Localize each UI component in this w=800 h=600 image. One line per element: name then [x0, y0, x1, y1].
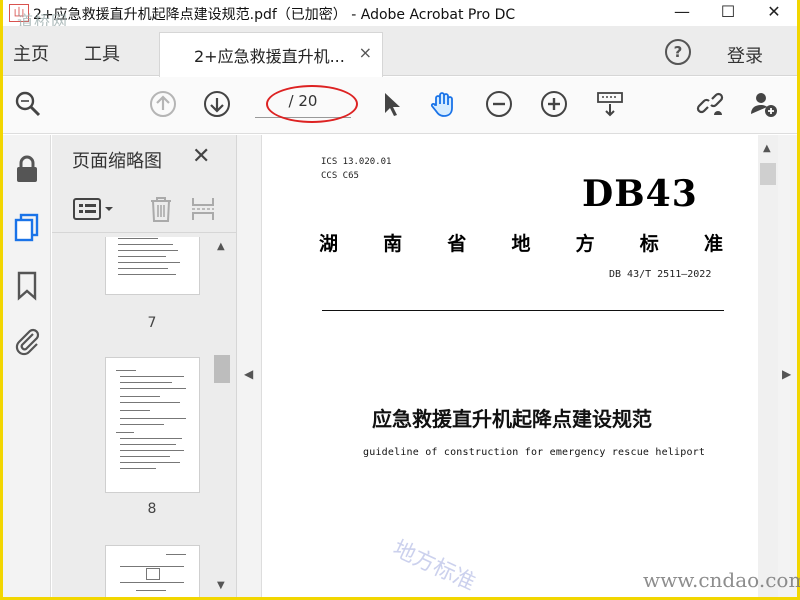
page-down-icon[interactable]: [202, 89, 232, 119]
panel-close-icon[interactable]: ✕: [192, 144, 210, 169]
add-user-icon[interactable]: [749, 89, 779, 119]
panel-toolbar: [52, 183, 237, 233]
share-link-icon[interactable]: [696, 89, 726, 119]
extract-page-icon[interactable]: [190, 195, 216, 223]
title-bar: 山 2+应急救援直升机起降点建设规范.pdf（已加密） - Adobe Acro…: [3, 0, 797, 31]
lock-icon[interactable]: [11, 153, 43, 185]
standard-number: DB 43/T 2511—2022: [609, 269, 712, 280]
ics-code: ICS 13.020.01 CCS C65: [321, 155, 391, 183]
province-char: 南: [383, 233, 403, 255]
toolbar: / 20: [3, 77, 797, 134]
thumbnail-list[interactable]: 7 8: [52, 237, 212, 597]
app-window: 山 2+应急救援直升机起降点建设规范.pdf（已加密） - Adobe Acro…: [3, 0, 800, 597]
maximize-button[interactable]: ☐: [705, 0, 751, 26]
annotation-circle: [266, 85, 358, 123]
page-up-icon[interactable]: [148, 89, 178, 119]
page-thumbnail-8[interactable]: [105, 357, 200, 493]
page-thumbnail-9[interactable]: [105, 545, 200, 597]
db-label: DB43: [582, 173, 698, 215]
page-thumbnails-icon[interactable]: [11, 211, 43, 243]
collapse-left-pane-button[interactable]: ◀: [237, 135, 261, 597]
tab-tools[interactable]: 工具: [84, 40, 120, 66]
ccs-line: CCS C65: [321, 171, 359, 181]
tabs-row: 主页 工具 2+应急救援直升机... × ? 登录: [3, 26, 797, 77]
province-char: 方: [575, 233, 595, 255]
tab-document[interactable]: 2+应急救援直升机... ×: [159, 32, 383, 77]
thumbnail-panel: 页面缩略图 ✕ 7 8 ▲ ▼: [52, 135, 237, 597]
document-title-chinese: 应急救援直升机起降点建设规范: [372, 407, 652, 431]
document-page: ICS 13.020.01 CCS C65 DB43 湖 南 省 地 方 标 准…: [261, 135, 758, 597]
select-cursor-icon[interactable]: [376, 89, 406, 119]
bookmark-icon[interactable]: [11, 269, 43, 301]
scrollbar-thumb[interactable]: [760, 163, 776, 185]
page-number-label: 7: [147, 315, 157, 331]
close-window-button[interactable]: ✕: [751, 0, 797, 26]
page-number-label: 8: [147, 501, 157, 517]
thumbnail-scrollbar[interactable]: ▲ ▼: [212, 237, 232, 597]
page-view-icon[interactable]: [595, 89, 625, 119]
site-watermark: www.cndao.com: [643, 568, 800, 592]
hand-tool-icon[interactable]: [428, 89, 458, 119]
document-scrollbar[interactable]: ▲: [758, 135, 778, 597]
tab-home[interactable]: 主页: [13, 40, 49, 66]
panel-title: 页面缩略图: [72, 151, 162, 172]
province-standard-heading: 湖 南 省 地 方 标 准: [319, 229, 723, 256]
attachment-icon[interactable]: [11, 325, 43, 357]
province-char: 湖: [319, 233, 339, 255]
navigation-rail: [3, 135, 51, 597]
zoom-in-icon[interactable]: [539, 89, 569, 119]
province-char: 准: [703, 233, 723, 255]
delete-page-icon[interactable]: [148, 195, 174, 223]
province-char: 地: [511, 233, 531, 255]
thumbnail-options-icon[interactable]: [72, 197, 116, 221]
ics-line: ICS 13.020.01: [321, 157, 392, 167]
province-char: 省: [447, 233, 467, 255]
document-title-english: guideline of construction for emergency …: [363, 447, 706, 458]
window-title: 2+应急救援直升机起降点建设规范.pdf（已加密） - Adobe Acroba…: [33, 7, 516, 23]
divider: [322, 310, 724, 311]
document-tab-label: 2+应急救援直升机...: [194, 47, 345, 66]
collapse-right-pane-button[interactable]: ▶: [778, 135, 797, 597]
zoom-out-icon[interactable]: [484, 89, 514, 119]
scrollbar-thumb[interactable]: [214, 355, 230, 383]
close-tab-icon[interactable]: ×: [359, 43, 372, 62]
zoom-icon[interactable]: [13, 89, 43, 119]
help-icon[interactable]: ?: [665, 39, 691, 65]
minimize-button[interactable]: —: [659, 0, 705, 26]
province-char: 标: [639, 233, 659, 255]
login-button[interactable]: 登录: [727, 42, 763, 68]
page-thumbnail-7[interactable]: [105, 237, 200, 295]
